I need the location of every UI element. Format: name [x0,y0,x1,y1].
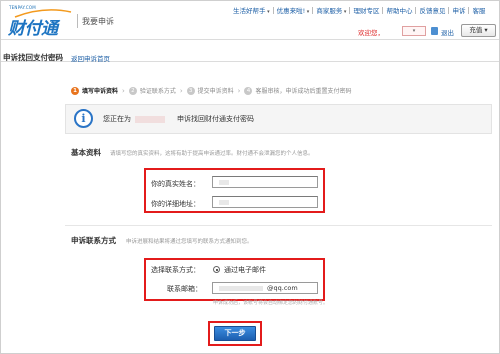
account-name-redacted [135,115,165,123]
redacted-value [219,286,263,291]
top-navigation: 生活好帮手 优惠来啦! 商家服务 理财专区 帮助中心 反馈意见 申诉 客服 [230,4,488,16]
email-domain: @qq.com [267,284,298,292]
nav-customer-service[interactable]: 客服 [469,5,488,15]
real-name-label: 你的真实姓名： [151,180,200,188]
step-3: 3 提交申诉资料 [186,86,234,95]
step-arrow-icon: › [237,86,241,95]
step-arrow-icon: › [179,86,183,95]
step-label: 验证联系方式 [139,88,176,95]
email-radio[interactable] [213,266,220,273]
email-input[interactable]: @qq.com [212,282,318,294]
nav-feedback[interactable]: 反馈意见 [416,5,448,15]
logo-divider [77,14,78,28]
contact-title: 申诉联系方式 [71,236,116,245]
tenpay-logo[interactable]: TENPAY.COM 财付通 [5,4,75,39]
basic-info-title: 基本资料 [71,148,101,157]
step-number: 3 [186,86,195,95]
nav-promotions[interactable]: 优惠来啦! [274,5,313,15]
step-label: 填写申诉资料 [82,88,119,95]
address-label: 你的详细地址： [151,200,200,208]
contact-note: 申诉进展和结果将通过您填写的联系方式通知到您。 [126,239,253,245]
step-label: 提交申诉资料 [197,88,234,95]
info-suffix: 申诉找回财付通支付密码 [177,115,254,123]
nav-finance[interactable]: 理财专区 [350,5,382,15]
basic-info-note: 请填写您的真实资料，这将有助于提高申诉通过率。财付通不会泄漏您的个人信息。 [110,151,314,157]
logout-icon[interactable] [431,27,438,35]
welcome-text: 欢迎您， [358,29,384,37]
nav-life-helper[interactable]: 生活好帮手 [230,5,273,15]
logo-text: 财付通 [8,19,58,39]
page-title: 申诉找回支付密码 [3,53,63,62]
step-arrow-icon: › [122,86,125,95]
address-input[interactable] [212,196,318,208]
next-step-button[interactable]: 下一步 [214,326,256,341]
info-message: 您正在为 申诉找回财付通支付密码 [103,114,254,124]
real-name-input[interactable] [212,176,318,188]
nav-help-center[interactable]: 帮助中心 [383,5,415,15]
step-4: 4 客服审核，申诉成功后重置支付密码 [244,86,352,95]
section-divider [65,225,492,226]
step-label: 客服审核，申诉成功后重置支付密码 [255,88,352,95]
progress-steps: 1 填写申诉资料 › 2 验证联系方式 › 3 提交申诉资料 › 4 客服审核，… [71,86,352,95]
user-menu-dropdown[interactable]: ▾ [402,26,426,36]
contact-method-value[interactable]: 通过电子邮件 [224,265,266,275]
info-icon: i [74,109,93,128]
step-number: 4 [244,86,253,95]
appeal-home-link[interactable]: 返回申诉首页 [71,53,110,63]
email-note: 申诉成功后，该帐号将会自动绑定您的财付通账号。 [213,300,329,306]
step-number: 2 [128,86,137,95]
step-1: 1 填写申诉资料 [71,86,118,95]
nav-merchant-services[interactable]: 商家服务 [313,5,349,15]
step-2: 2 验证联系方式 [128,86,176,95]
redacted-value [219,200,229,205]
info-prefix: 您正在为 [103,115,131,123]
logout-link[interactable]: 退出 [441,27,454,37]
contact-method-label: 选择联系方式： [151,266,200,274]
redacted-value [219,180,229,185]
recharge-button[interactable]: 充值 ▾ [461,24,496,37]
email-label: 联系邮箱： [167,285,202,293]
page-label: 我要申诉 [82,17,114,26]
step-number: 1 [71,86,79,95]
nav-appeal[interactable]: 申诉 [449,5,468,15]
header: TENPAY.COM 财付通 我要申诉 生活好帮手 优惠来啦! 商家服务 理财专… [0,0,500,40]
